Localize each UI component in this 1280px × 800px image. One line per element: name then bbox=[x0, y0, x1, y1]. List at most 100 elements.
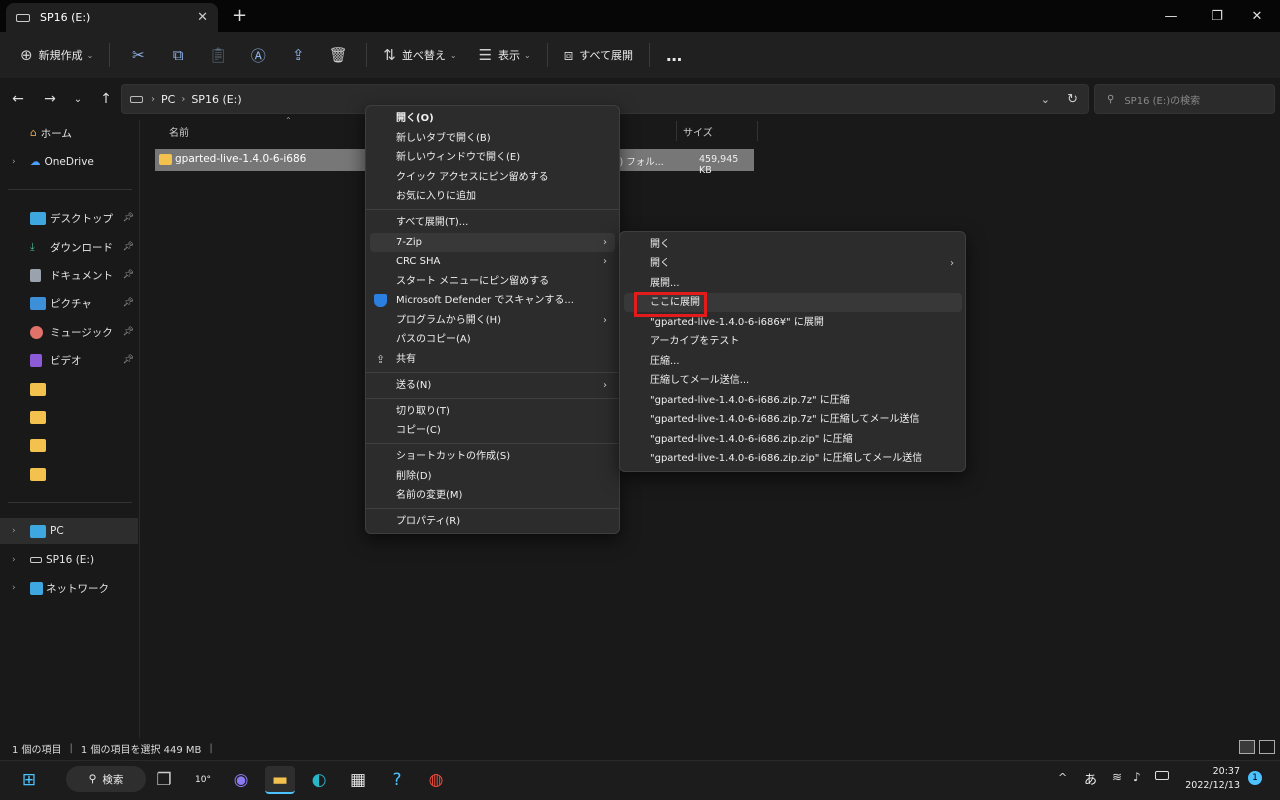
view-button[interactable]: ☰ 表示 ⌄ bbox=[471, 39, 539, 71]
edge-icon[interactable]: ◐ bbox=[304, 766, 334, 794]
menu-item-create-shortcut[interactable]: ショートカットの作成(S) bbox=[370, 447, 615, 466]
submenu-item-extract[interactable]: 展開... bbox=[624, 274, 962, 293]
tray-overflow-icon[interactable]: ^ bbox=[1058, 771, 1067, 784]
menu-item-properties[interactable]: プロパティ(R) bbox=[370, 512, 615, 531]
menu-item-rename[interactable]: 名前の変更(M) bbox=[370, 486, 615, 505]
more-button[interactable]: … bbox=[658, 39, 690, 71]
7zip-submenu: 開く 開く › 展開... ここに展開 "gparted-live-1.4.0-… bbox=[619, 231, 966, 472]
share-icon[interactable]: ⇪ bbox=[278, 39, 318, 71]
sidebar-item-sp16[interactable]: › SP16 (E:) bbox=[0, 547, 138, 573]
menu-item-crc-sha[interactable]: CRC SHA › bbox=[370, 252, 615, 271]
wifi-icon[interactable]: ≋ bbox=[1112, 770, 1122, 784]
submenu-item-compress-7z-email[interactable]: "gparted-live-1.4.0-6-i686.zip.7z" に圧縮して… bbox=[624, 410, 962, 429]
menu-item-open-new-tab[interactable]: 新しいタブで開く(B) bbox=[370, 129, 615, 148]
close-tab-icon[interactable]: ✕ bbox=[197, 10, 208, 25]
weather-widget[interactable]: 10° bbox=[188, 766, 218, 794]
column-header-size[interactable]: サイズ bbox=[683, 120, 713, 142]
back-icon[interactable]: ← bbox=[4, 91, 32, 107]
submenu-item-compress-zip[interactable]: "gparted-live-1.4.0-6-i686.zip.zip" に圧縮 bbox=[624, 430, 962, 449]
sort-button[interactable]: ⇅ 並べ替え ⌄ bbox=[375, 39, 464, 71]
menu-item-pin-quick-access[interactable]: クイック アクセスにピン留めする bbox=[370, 168, 615, 187]
submenu-item-compress-email[interactable]: 圧縮してメール送信... bbox=[624, 371, 962, 390]
new-button[interactable]: ⊕ 新規作成 ⌄ bbox=[12, 39, 101, 71]
help-icon[interactable]: ? bbox=[382, 766, 412, 794]
new-tab-button[interactable]: + bbox=[232, 5, 247, 26]
sort-label: 並べ替え bbox=[401, 49, 446, 62]
rename-icon[interactable]: Ⓐ bbox=[238, 39, 278, 71]
submenu-item-compress[interactable]: 圧縮... bbox=[624, 352, 962, 371]
sidebar-item-documents[interactable]: ドキュメント 📌︎ bbox=[0, 262, 138, 288]
minimize-button[interactable]: — bbox=[1148, 0, 1194, 32]
menu-item-copy[interactable]: コピー(C) bbox=[370, 421, 615, 440]
chevron-down-icon[interactable]: ⌄ bbox=[1041, 93, 1050, 106]
task-view-icon[interactable]: ❐ bbox=[149, 766, 179, 794]
sidebar-item-videos[interactable]: ビデオ 📌︎ bbox=[0, 347, 138, 373]
menu-item-share[interactable]: ⇪ 共有 bbox=[370, 350, 615, 369]
menu-item-pin-start[interactable]: スタート メニューにピン留めする bbox=[370, 272, 615, 291]
menu-item-add-favorites[interactable]: お気に入りに追加 bbox=[370, 187, 615, 206]
sidebar-item-downloads[interactable]: ⤓ ダウンロード 📌︎ bbox=[0, 234, 138, 260]
submenu-item-compress-7z[interactable]: "gparted-live-1.4.0-6-i686.zip.7z" に圧縮 bbox=[624, 391, 962, 410]
chevron-right-icon[interactable]: › bbox=[12, 583, 30, 593]
menu-item-defender[interactable]: Microsoft Defender でスキャンする... bbox=[370, 291, 615, 310]
recent-chevron-icon[interactable]: ⌄ bbox=[64, 94, 92, 105]
notification-badge[interactable]: 1 bbox=[1248, 771, 1262, 785]
sidebar-item-pictures[interactable]: ピクチャ 📌︎ bbox=[0, 290, 138, 316]
submenu-item-open-archive[interactable]: 開く › bbox=[624, 254, 962, 273]
delete-icon[interactable]: 🗑︎ bbox=[318, 39, 358, 71]
volume-icon[interactable]: ♪ bbox=[1133, 770, 1141, 784]
chrome-icon[interactable]: ◍ bbox=[421, 766, 451, 794]
forward-icon[interactable]: → bbox=[36, 91, 64, 107]
menu-item-delete[interactable]: 削除(D) bbox=[370, 467, 615, 486]
chevron-right-icon[interactable]: › bbox=[12, 555, 30, 565]
submenu-item-compress-zip-email[interactable]: "gparted-live-1.4.0-6-i686.zip.zip" に圧縮し… bbox=[624, 449, 962, 468]
breadcrumb-pc[interactable]: PC bbox=[161, 93, 175, 106]
sidebar-item-folder-1[interactable] bbox=[0, 376, 138, 402]
sidebar-item-music[interactable]: ミュージック 📌︎ bbox=[0, 319, 138, 345]
sidebar-item-folder-2[interactable] bbox=[0, 404, 138, 430]
chevron-right-icon[interactable]: › bbox=[12, 526, 30, 536]
chat-icon[interactable]: ◉ bbox=[226, 766, 256, 794]
paste-icon[interactable]: 📋︎ bbox=[198, 39, 238, 71]
sidebar-item-folder-4[interactable] bbox=[0, 461, 138, 487]
sidebar-item-label: SP16 (E:) bbox=[46, 554, 95, 566]
menu-item-send-to[interactable]: 送る(N) › bbox=[370, 376, 615, 395]
store-icon[interactable]: ▦ bbox=[343, 766, 373, 794]
extract-all-button[interactable]: ⧈ すべて展開 bbox=[556, 39, 641, 71]
divider bbox=[546, 43, 548, 67]
start-icon[interactable]: ⊞ bbox=[14, 766, 44, 794]
taskbar-search[interactable]: ⚲ 検索 bbox=[66, 766, 146, 792]
drive-icon bbox=[16, 13, 30, 22]
file-explorer-icon[interactable]: ▬ bbox=[265, 766, 295, 794]
search-input[interactable]: ⚲ SP16 (E:)の検索 bbox=[1094, 84, 1275, 114]
battery-icon[interactable] bbox=[1155, 771, 1169, 780]
sidebar-item-network[interactable]: › ネットワーク bbox=[0, 575, 138, 601]
menu-item-open[interactable]: 開く(O) bbox=[370, 109, 615, 128]
tiles-view-button[interactable] bbox=[1259, 740, 1275, 754]
submenu-item-open[interactable]: 開く bbox=[624, 235, 962, 254]
chevron-right-icon[interactable]: › bbox=[12, 157, 30, 167]
sidebar-item-onedrive[interactable]: › ☁ OneDrive bbox=[0, 149, 138, 175]
menu-item-7zip[interactable]: 7-Zip › bbox=[370, 233, 615, 252]
copy-icon[interactable]: ⧉ bbox=[158, 39, 198, 71]
column-header-name[interactable]: 名前 bbox=[169, 120, 189, 142]
submenu-item-test[interactable]: アーカイブをテスト bbox=[624, 332, 962, 351]
menu-item-extract-all[interactable]: すべて展開(T)... bbox=[370, 213, 615, 232]
menu-item-cut[interactable]: 切り取り(T) bbox=[370, 402, 615, 421]
ime-indicator[interactable]: あ bbox=[1084, 769, 1097, 788]
menu-item-copy-path[interactable]: パスのコピー(A) bbox=[370, 330, 615, 349]
sidebar-item-folder-3[interactable] bbox=[0, 432, 138, 458]
clock[interactable]: 20:37 2022/12/13 bbox=[1180, 765, 1240, 793]
sidebar-item-pc[interactable]: › PC bbox=[0, 518, 138, 544]
sidebar-item-home[interactable]: ⌂ ホーム bbox=[0, 120, 138, 146]
details-view-button[interactable] bbox=[1239, 740, 1255, 754]
sidebar-item-desktop[interactable]: デスクトップ 📌︎ bbox=[0, 205, 138, 231]
breadcrumb-sp16[interactable]: SP16 (E:) bbox=[191, 93, 241, 106]
tab-sp16[interactable]: SP16 (E:) ✕ bbox=[6, 3, 218, 32]
menu-item-open-with[interactable]: プログラムから開く(H) › bbox=[370, 311, 615, 330]
refresh-icon[interactable]: ↻ bbox=[1067, 92, 1078, 107]
menu-item-open-new-window[interactable]: 新しいウィンドウで開く(E) bbox=[370, 148, 615, 167]
up-icon[interactable]: ↑ bbox=[92, 91, 120, 107]
close-button[interactable]: ✕ bbox=[1234, 0, 1280, 32]
cut-icon[interactable]: ✂ bbox=[118, 39, 158, 71]
